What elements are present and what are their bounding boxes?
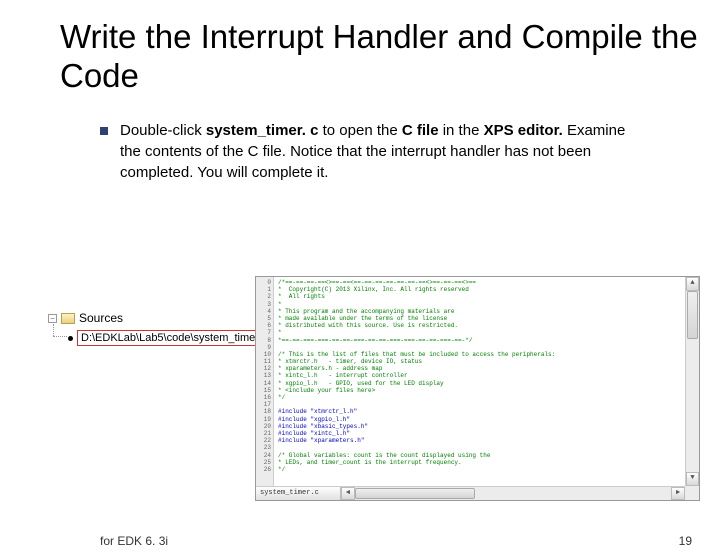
code-line[interactable]: [278, 401, 695, 408]
code-line[interactable]: * xintc_l.h - interrupt controller: [278, 372, 695, 379]
code-line[interactable]: * This program and the accompanying mate…: [278, 308, 695, 315]
code-line[interactable]: * All rights: [278, 293, 695, 300]
line-number: 21: [256, 430, 271, 437]
code-line[interactable]: #include "xtmrctr_l.h": [278, 408, 695, 415]
line-number: 4: [256, 308, 271, 315]
code-line[interactable]: * xparameters.h - address map: [278, 365, 695, 372]
line-number: 8: [256, 337, 271, 344]
line-number: 13: [256, 372, 271, 379]
file-path-highlighted[interactable]: D:\EDKLab\Lab5\code\system_timer.c: [77, 330, 271, 346]
line-number: 23: [256, 444, 271, 451]
body-paragraph: Double-click system_timer. c to open the…: [100, 120, 650, 183]
editor-tab[interactable]: system_timer.c: [256, 487, 341, 500]
line-number: 9: [256, 344, 271, 351]
bullet-square-icon: [100, 127, 108, 135]
line-number: 24: [256, 452, 271, 459]
vertical-scrollbar[interactable]: ▲ ▼: [685, 277, 699, 486]
footer-version: for EDK 6. 3i: [100, 534, 168, 548]
line-number: 20: [256, 423, 271, 430]
code-line[interactable]: *: [278, 329, 695, 336]
code-line[interactable]: #include "xintc_l.h": [278, 430, 695, 437]
line-number: 3: [256, 301, 271, 308]
code-line[interactable]: /*==-==-==-==<>==-==<==-==-==-==-==-==-=…: [278, 279, 695, 286]
tree-file-item[interactable]: D:\EDKLab\Lab5\code\system_timer.c: [68, 330, 271, 346]
code-line[interactable]: * LEDs, and timer_count is the interrupt…: [278, 459, 695, 466]
ide-screenshot: − Sources D:\EDKLab\Lab5\code\system_tim…: [40, 276, 700, 501]
line-number: 2: [256, 293, 271, 300]
tree-connector: [53, 336, 67, 337]
line-number: 15: [256, 387, 271, 394]
code-line[interactable]: [278, 344, 695, 351]
code-line[interactable]: */: [278, 394, 695, 401]
code-line[interactable]: #include "xbasic_types.h": [278, 423, 695, 430]
scroll-down-icon[interactable]: ▼: [686, 472, 699, 486]
line-number: 1: [256, 286, 271, 293]
line-number: 0: [256, 279, 271, 286]
tree-label: Sources: [79, 311, 123, 325]
code-line[interactable]: * xtmrctr.h - timer, device IO, status: [278, 358, 695, 365]
line-number: 5: [256, 315, 271, 322]
code-line[interactable]: #include "xparameters.h": [278, 437, 695, 444]
folder-icon: [61, 313, 75, 324]
code-line[interactable]: */: [278, 466, 695, 473]
line-number: 11: [256, 358, 271, 365]
code-line[interactable]: * <include your files here>: [278, 387, 695, 394]
code-line[interactable]: #include "xgpio_l.h": [278, 416, 695, 423]
scroll-thumb-h[interactable]: [355, 488, 475, 499]
scroll-thumb[interactable]: [687, 291, 698, 339]
code-editor[interactable]: 0123456789101112131415161718192021222324…: [255, 276, 700, 501]
line-number: 6: [256, 322, 271, 329]
line-number: 7: [256, 329, 271, 336]
horizontal-scrollbar[interactable]: system_timer.c ◄ ►: [256, 486, 685, 500]
code-line[interactable]: *==-==-===-===-==-==-===-==-==-===-===-=…: [278, 337, 695, 344]
line-number: 25: [256, 459, 271, 466]
code-line[interactable]: [278, 444, 695, 451]
line-number: 12: [256, 365, 271, 372]
line-number: 14: [256, 380, 271, 387]
line-number: 19: [256, 416, 271, 423]
line-number: 18: [256, 408, 271, 415]
project-tree-pane: − Sources D:\EDKLab\Lab5\code\system_tim…: [40, 276, 255, 501]
code-content[interactable]: /*==-==-==-==<>==-==<==-==-==-==-==-==-=…: [274, 277, 699, 500]
scroll-right-icon[interactable]: ►: [671, 487, 685, 500]
bullet-text: Double-click system_timer. c to open the…: [120, 120, 650, 183]
line-gutter: 0123456789101112131415161718192021222324…: [256, 277, 274, 500]
line-number: 26: [256, 466, 271, 473]
code-line[interactable]: * Copyright(C) 2013 Xilinx, Inc. All rig…: [278, 286, 695, 293]
scroll-corner: [685, 486, 699, 500]
line-number: 16: [256, 394, 271, 401]
tree-node-sources[interactable]: − Sources: [48, 311, 123, 325]
line-number: 17: [256, 401, 271, 408]
bullet-icon: [68, 336, 73, 341]
code-line[interactable]: /* This is the list of files that must b…: [278, 351, 695, 358]
code-line[interactable]: * distributed with this source. Use is r…: [278, 322, 695, 329]
scroll-up-icon[interactable]: ▲: [686, 277, 699, 291]
tree-connector: [53, 324, 54, 336]
line-number: 10: [256, 351, 271, 358]
code-line[interactable]: * xgpio_l.h - GPIO, used for the LED dis…: [278, 380, 695, 387]
line-number: 22: [256, 437, 271, 444]
code-line[interactable]: * made available under the terms of the …: [278, 315, 695, 322]
page-number: 19: [679, 534, 692, 548]
collapse-icon[interactable]: −: [48, 314, 57, 323]
code-line[interactable]: /* Global variables: count is the count …: [278, 452, 695, 459]
code-line[interactable]: *: [278, 301, 695, 308]
slide-title: Write the Interrupt Handler and Compile …: [60, 18, 720, 96]
scroll-left-icon[interactable]: ◄: [341, 487, 355, 500]
